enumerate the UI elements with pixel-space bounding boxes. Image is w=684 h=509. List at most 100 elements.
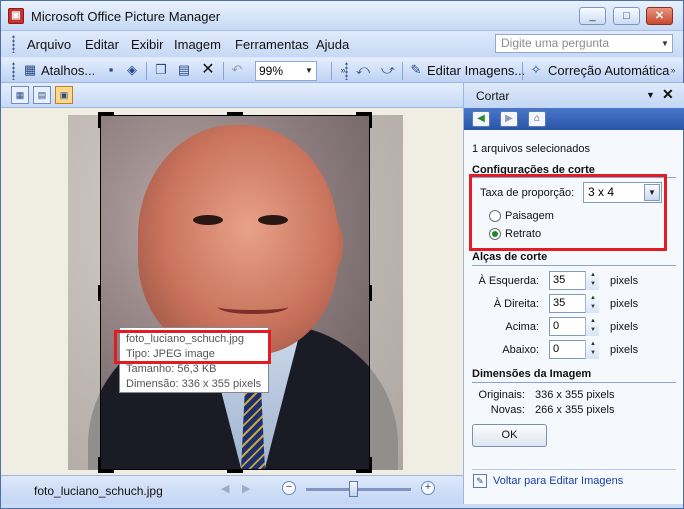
paste-icon[interactable]: ▤	[176, 62, 192, 78]
title-bar: ▣ Microsoft Office Picture Manager _ □ ✕	[1, 1, 683, 31]
menu-imagem[interactable]: Imagem	[174, 37, 221, 52]
edit-images-icon: ✎	[410, 62, 422, 77]
selected-count: 1 arquivos selecionados	[472, 143, 591, 155]
crop-handle-top[interactable]	[227, 112, 243, 115]
new-dimensions-label: Novas:	[490, 404, 525, 416]
section-divider	[472, 265, 676, 266]
home-icon[interactable]: ⌂	[528, 111, 546, 127]
toolbar-separator	[146, 62, 147, 80]
landscape-radio[interactable]	[489, 210, 501, 222]
spinner-buttons[interactable]: ▲ ▼	[585, 317, 599, 336]
minimize-button[interactable]: _	[579, 7, 606, 25]
forward-icon[interactable]: ▶	[500, 111, 518, 127]
crop-handle-bottom-right[interactable]	[356, 470, 372, 473]
previous-icon[interactable]: ◀	[221, 482, 229, 495]
tooltip-dimension: Dimensão: 336 x 355 pixels	[126, 378, 262, 390]
save-icon[interactable]: ▪	[103, 62, 119, 78]
picture-manager-icon[interactable]: ▣	[8, 8, 24, 24]
zoom-slider-track[interactable]	[306, 488, 411, 491]
close-icon[interactable]: ✕	[662, 86, 674, 103]
spin-up-icon[interactable]: ▲	[586, 294, 600, 303]
crop-handle-bottom[interactable]	[227, 470, 243, 473]
menu-exibir[interactable]: Exibir	[131, 37, 164, 52]
bottom-handle-label: Abaixo:	[502, 344, 539, 356]
toolbar-options-icon[interactable]: »	[665, 62, 681, 78]
spin-up-icon[interactable]: ▲	[586, 340, 600, 349]
menu-ajuda[interactable]: Ajuda	[316, 37, 349, 52]
crop-handles-title: Alças de corte	[472, 251, 548, 263]
spin-down-icon[interactable]: ▼	[586, 303, 600, 312]
rotate-left-icon[interactable]: ⤺	[355, 62, 371, 78]
spin-up-icon[interactable]: ▲	[586, 271, 600, 280]
task-pane-header: Cortar ▼ ✕	[464, 83, 684, 108]
portrait-radio[interactable]	[489, 228, 501, 240]
toolbar-separator	[402, 62, 403, 80]
export-icon[interactable]: ◈	[124, 62, 140, 78]
spinner-buttons[interactable]: ▲ ▼	[585, 294, 599, 313]
chevron-down-icon[interactable]: ▼	[646, 90, 655, 100]
toolbar-separator	[331, 62, 332, 80]
picture-canvas[interactable]: foto_luciano_schuch.jpg Tipo: JPEG image…	[1, 108, 463, 475]
spinner-buttons[interactable]: ▲ ▼	[585, 271, 599, 290]
spin-down-icon[interactable]: ▼	[586, 349, 600, 358]
single-picture-view-icon[interactable]: ▣	[55, 86, 73, 104]
crop-handle-bottom-left[interactable]	[98, 470, 114, 473]
highlight-box	[114, 330, 271, 364]
task-pane-nav: ◀ ▶ ⌂	[464, 108, 684, 130]
chevron-down-icon[interactable]: ▼	[644, 184, 660, 201]
delete-icon[interactable]: ✕	[200, 62, 216, 78]
toolbar-grip[interactable]	[12, 62, 15, 80]
toolbar-separator	[223, 62, 224, 80]
spin-down-icon[interactable]: ▼	[586, 280, 600, 289]
toolbar-options-icon[interactable]: »	[335, 62, 351, 78]
task-pane-title: Cortar	[476, 89, 510, 103]
menu-ferramentas[interactable]: Ferramentas	[235, 37, 309, 52]
crop-frame[interactable]	[100, 115, 370, 470]
original-dimensions-label: Originais:	[478, 389, 525, 401]
back-to-edit-images-link[interactable]: Voltar para Editar Imagens	[493, 475, 623, 487]
next-icon[interactable]: ▶	[242, 482, 250, 495]
back-icon[interactable]: ◀	[472, 111, 490, 127]
spin-down-icon[interactable]: ▼	[586, 326, 600, 335]
crop-handle-top-right[interactable]	[369, 112, 372, 128]
shortcuts-button[interactable]: Atalhos...	[41, 61, 95, 81]
original-dimensions-value: 336 x 355 pixels	[535, 389, 615, 401]
chevron-down-icon[interactable]: ▼	[658, 35, 672, 52]
menu-grip[interactable]	[12, 35, 15, 53]
left-handle-label: À Esquerda:	[478, 275, 539, 287]
crop-handle-left[interactable]	[98, 285, 101, 301]
auto-correct-button[interactable]: Correção Automática	[548, 61, 669, 81]
toolbar-separator	[522, 62, 523, 80]
menu-editar[interactable]: Editar	[85, 37, 119, 52]
rotate-right-icon[interactable]: ⤻	[380, 62, 396, 78]
zoom-in-icon[interactable]: +	[421, 481, 435, 495]
window-title: Microsoft Office Picture Manager	[31, 9, 221, 24]
crop-handle-top-left[interactable]	[98, 112, 101, 128]
edit-images-icon[interactable]: ✎	[473, 474, 487, 488]
copy-icon[interactable]: ❐	[153, 62, 169, 78]
app-window: ▣ Microsoft Office Picture Manager _ □ ✕…	[0, 0, 684, 509]
section-divider	[472, 469, 676, 470]
landscape-label: Paisagem	[505, 210, 554, 222]
chevron-down-icon[interactable]: ▼	[302, 62, 316, 80]
close-button[interactable]: ✕	[646, 7, 673, 25]
undo-icon[interactable]: ↶	[229, 62, 245, 78]
spinner-buttons[interactable]: ▲ ▼	[585, 340, 599, 359]
crop-handle-right[interactable]	[369, 285, 372, 301]
menu-arquivo[interactable]: Arquivo	[27, 37, 71, 52]
help-search-input[interactable]: Digite uma pergunta	[495, 34, 673, 53]
maximize-button[interactable]: □	[613, 7, 640, 25]
portrait-label: Retrato	[505, 228, 542, 240]
status-filename: foto_luciano_schuch.jpg	[34, 484, 163, 498]
ok-button[interactable]: OK	[472, 424, 547, 447]
toolbar-grip[interactable]	[345, 62, 348, 80]
crop-excluded-left	[68, 115, 100, 470]
filmstrip-view-icon[interactable]: ▤	[33, 86, 51, 104]
spin-up-icon[interactable]: ▲	[586, 317, 600, 326]
zoom-slider-thumb[interactable]	[349, 481, 359, 497]
edit-images-button[interactable]: Editar Imagens...	[427, 61, 525, 81]
view-bar: ▦ ▤ ▣	[1, 83, 463, 108]
thumbnail-view-icon[interactable]: ▦	[11, 86, 29, 104]
unit-label: pixels	[610, 344, 639, 356]
zoom-out-icon[interactable]: −	[282, 481, 296, 495]
